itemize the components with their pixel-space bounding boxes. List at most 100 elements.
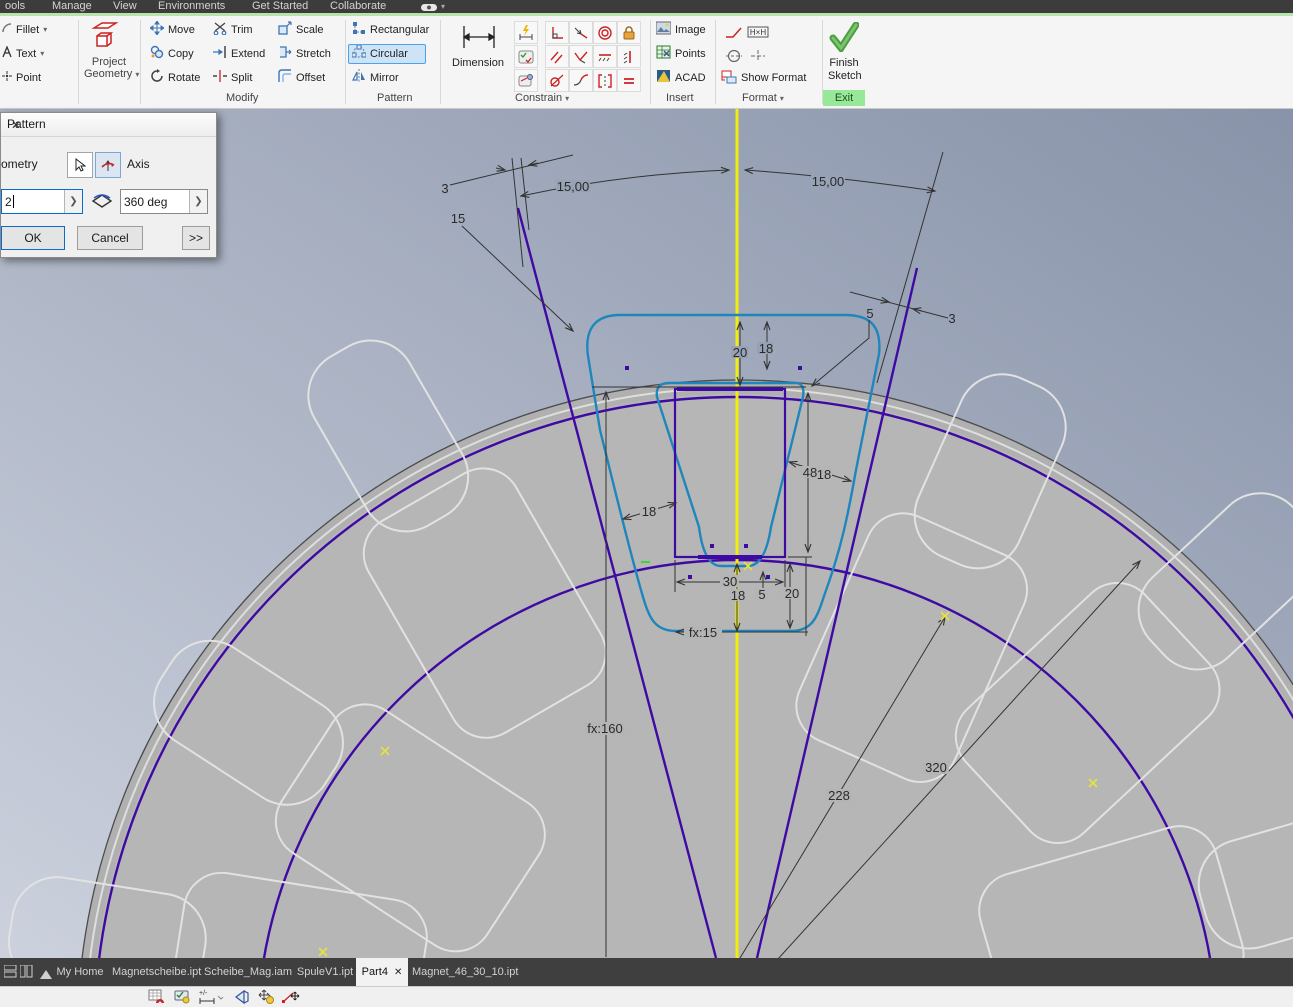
project-geometry-label[interactable]: ProjectGeometry ▾ xyxy=(84,56,134,80)
angle-field[interactable]: 360 deg ❯ xyxy=(120,189,208,214)
lock-constraint-button[interactable] xyxy=(617,21,641,44)
dimension-display-icon[interactable]: +/- xyxy=(198,989,224,1007)
ribbon: Fillet▾ Text▾ Point ProjectGeometry ▾ Mo… xyxy=(0,16,1293,109)
horizontal-constraint-button[interactable] xyxy=(593,45,617,68)
tab-magnetscheibe[interactable]: Magnetscheibe.ipt xyxy=(112,958,200,986)
extend-button[interactable]: Extend xyxy=(213,45,265,62)
menu-tools[interactable]: ools xyxy=(5,0,25,13)
tile-windows-icon[interactable] xyxy=(4,965,17,983)
chevron-down-icon[interactable]: ▾ xyxy=(441,0,445,13)
mirror-button[interactable]: Mirror xyxy=(352,69,399,86)
more-options-button[interactable]: >> xyxy=(182,226,210,250)
driven-dim-button[interactable]: H×H xyxy=(747,21,769,42)
copy-icon xyxy=(150,45,164,62)
image-button[interactable]: Image xyxy=(656,21,706,38)
project-geometry-button[interactable] xyxy=(86,22,120,52)
exit-group-label[interactable]: Exit xyxy=(823,90,865,106)
select-geometry-button[interactable] xyxy=(67,152,93,178)
select-axis-button[interactable] xyxy=(95,152,121,178)
auto-dimension-icon xyxy=(518,25,534,41)
svg-text:18: 18 xyxy=(731,588,745,603)
drag-lightbulb-icon[interactable] xyxy=(257,989,275,1007)
sketch-visibility-icon[interactable] xyxy=(174,989,192,1007)
insert-group-label[interactable]: Insert xyxy=(666,92,694,104)
circular-pattern-button[interactable]: Circular xyxy=(352,45,408,62)
scale-button[interactable]: Scale xyxy=(278,21,324,38)
split-button[interactable]: Split xyxy=(213,69,252,86)
points-icon xyxy=(656,45,671,62)
split-windows-icon[interactable] xyxy=(20,965,33,983)
rotate-icon xyxy=(150,69,164,86)
count-field[interactable]: 2 ❯ xyxy=(1,189,83,214)
count-flyout-button[interactable]: ❯ xyxy=(64,190,82,213)
slice-graphics-icon[interactable] xyxy=(233,989,251,1007)
trim-button[interactable]: Trim xyxy=(213,21,253,38)
svg-text:320: 320 xyxy=(925,760,947,775)
copy-button[interactable]: Copy xyxy=(150,45,194,62)
acad-button[interactable]: ACAD xyxy=(656,69,706,86)
tab-scheibe-mag[interactable]: Scheibe_Mag.iam xyxy=(204,958,292,986)
centerpoint-button[interactable] xyxy=(747,45,769,66)
tab-spulev1[interactable]: SpuleV1.ipt xyxy=(296,958,354,986)
expand-up-icon[interactable] xyxy=(40,967,52,985)
constraint-settings-button[interactable] xyxy=(514,45,538,68)
text-button[interactable]: Text▾ xyxy=(2,45,44,62)
menu-view[interactable]: View xyxy=(113,0,137,13)
dialog-titlebar[interactable]: Pattern ✕ xyxy=(1,113,216,137)
smooth-constraint-button[interactable] xyxy=(569,69,593,92)
perpendicular-constraint-button[interactable] xyxy=(545,21,569,44)
menu-collaborate[interactable]: Collaborate xyxy=(330,0,386,13)
svg-text:15,00: 15,00 xyxy=(557,179,590,194)
symmetric-constraint-button[interactable] xyxy=(593,69,617,92)
vertical-constraint-button[interactable] xyxy=(617,45,641,68)
dimension-button[interactable]: Dimension xyxy=(452,57,504,69)
construction-line-button[interactable] xyxy=(723,21,745,42)
tangent-circle-constraint-button[interactable] xyxy=(545,69,569,92)
auto-dimension-button[interactable] xyxy=(514,21,538,44)
inventor-window: 3 15,00 15,00 15 5 3 20 18 48 18 18 30 1… xyxy=(0,0,1293,1007)
menu-manage[interactable]: Manage xyxy=(52,0,92,13)
mirror-icon xyxy=(352,69,366,86)
tab-my-home[interactable]: My Home xyxy=(52,958,108,986)
point-button[interactable]: Point xyxy=(2,69,41,86)
show-format-button[interactable]: Show Format xyxy=(721,69,806,86)
relax-mode-icon[interactable] xyxy=(281,989,301,1007)
rotate-button[interactable]: Rotate xyxy=(150,69,200,86)
ok-button[interactable]: OK xyxy=(1,226,65,250)
rectangular-pattern-button[interactable]: Rectangular xyxy=(352,21,429,38)
grid-snap-icon[interactable] xyxy=(148,989,166,1007)
modify-group-label[interactable]: Modify xyxy=(226,92,258,104)
move-button[interactable]: Move xyxy=(150,21,195,38)
stretch-button[interactable]: Stretch xyxy=(278,45,331,62)
constrain-group-label[interactable]: Constrain ▾ xyxy=(515,92,569,104)
angle-flyout-button[interactable]: ❯ xyxy=(189,190,207,213)
centerline-button[interactable] xyxy=(723,45,745,66)
tab-magnet-46-30-10[interactable]: Magnet_46_30_10.ipt xyxy=(412,958,512,986)
tangent-icon xyxy=(573,49,589,65)
concentric-constraint-button[interactable] xyxy=(593,21,617,44)
menu-get-started[interactable]: Get Started xyxy=(252,0,308,13)
offset-button[interactable]: Offset xyxy=(278,69,325,86)
tangent-constraint-button[interactable] xyxy=(569,45,593,68)
points-button[interactable]: Points xyxy=(656,45,706,62)
constraint-inference-button[interactable] xyxy=(514,69,538,92)
coincident-constraint-button[interactable] xyxy=(569,21,593,44)
finish-sketch-button[interactable]: FinishSketch xyxy=(828,22,860,83)
constraint-settings-icon xyxy=(518,49,534,65)
format-group-label[interactable]: Format ▾ xyxy=(742,92,784,104)
smooth-icon xyxy=(573,73,589,89)
svg-text:18: 18 xyxy=(642,504,656,519)
horizontal-icon xyxy=(597,49,613,65)
close-icon[interactable]: ✕ xyxy=(7,117,25,134)
svg-text:15: 15 xyxy=(451,211,465,226)
equal-constraint-button[interactable] xyxy=(617,69,641,92)
menu-environments[interactable]: Environments xyxy=(158,0,225,13)
cancel-button[interactable]: Cancel xyxy=(77,226,143,250)
fillet-button[interactable]: Fillet▾ xyxy=(2,21,47,38)
tab-close-icon[interactable]: ✕ xyxy=(394,967,402,978)
parallel-constraint-button[interactable] xyxy=(545,45,569,68)
pattern-group-label[interactable]: Pattern xyxy=(377,92,412,104)
project-geometry-icon xyxy=(86,20,120,55)
axis-label: Axis xyxy=(127,157,150,171)
tab-part4-active[interactable]: Part4✕ xyxy=(356,958,408,986)
